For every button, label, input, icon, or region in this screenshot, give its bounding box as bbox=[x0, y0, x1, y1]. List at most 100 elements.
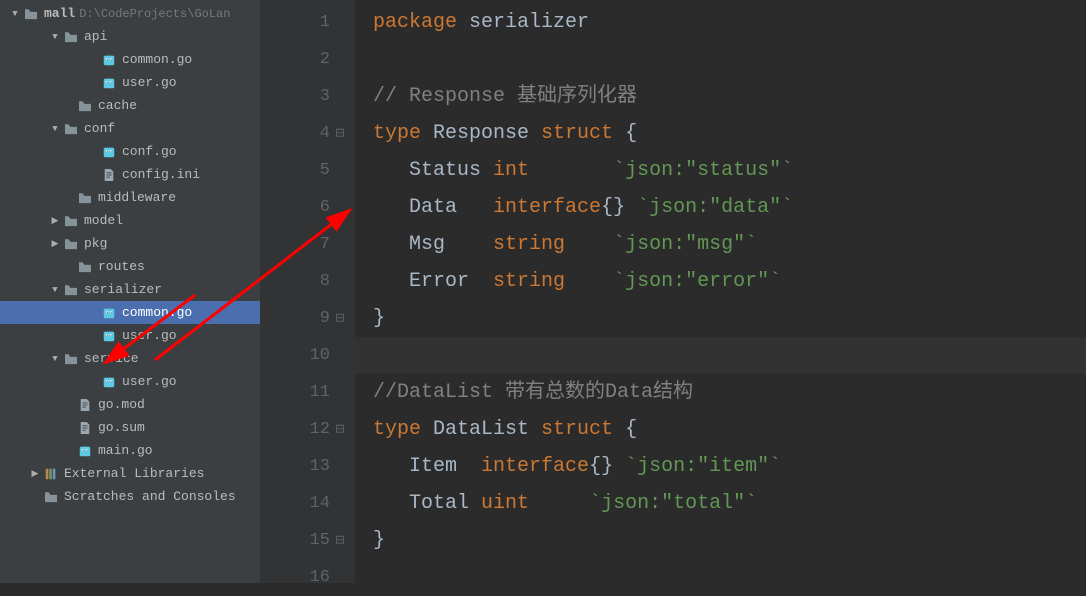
tree-item-label: pkg bbox=[84, 236, 107, 251]
code-line[interactable]: } bbox=[373, 300, 1086, 337]
tree-item-main-go[interactable]: main.go bbox=[0, 439, 260, 462]
code-line[interactable]: Total uint `json:"total"` bbox=[373, 485, 1086, 522]
token-plain bbox=[565, 233, 613, 256]
code-content[interactable]: package serializer// Response 基础序列化器type… bbox=[355, 0, 1086, 583]
token-punct: } bbox=[373, 529, 385, 552]
line-number: 2 bbox=[260, 41, 330, 78]
code-line[interactable]: package serializer bbox=[373, 4, 1086, 41]
line-number: 7 bbox=[260, 226, 330, 263]
tree-item-pkg[interactable]: ▶ pkg bbox=[0, 232, 260, 255]
line-number: 3 bbox=[260, 78, 330, 115]
fold-close-icon[interactable]: ⊟ bbox=[333, 300, 347, 337]
token-plain: Status bbox=[373, 159, 493, 182]
token-punct: {} bbox=[601, 196, 637, 219]
code-line[interactable] bbox=[373, 559, 1086, 596]
line-number: 5 bbox=[260, 152, 330, 189]
tree-item-label: user.go bbox=[122, 328, 177, 343]
tree-item-api[interactable]: ▼api bbox=[0, 25, 260, 48]
code-line[interactable] bbox=[373, 41, 1086, 78]
token-plain: Msg bbox=[373, 233, 493, 256]
folder-icon bbox=[63, 282, 79, 298]
code-line[interactable]: } bbox=[373, 522, 1086, 559]
line-number: 13 bbox=[260, 448, 330, 485]
folder-icon bbox=[63, 351, 79, 367]
text-icon bbox=[101, 167, 117, 183]
chevron-down-icon[interactable]: ▼ bbox=[50, 124, 60, 134]
tree-item-cache[interactable]: cache bbox=[0, 94, 260, 117]
line-number: 11 bbox=[260, 374, 330, 411]
tree-item-routes[interactable]: routes bbox=[0, 255, 260, 278]
fold-open-icon[interactable]: ⊟ bbox=[333, 411, 347, 448]
code-line[interactable]: // Response 基础序列化器 bbox=[373, 78, 1086, 115]
folder-icon bbox=[23, 6, 39, 22]
go-icon bbox=[101, 75, 117, 91]
code-editor[interactable]: 1234⊟56789⊟101112⊟131415⊟16 package seri… bbox=[260, 0, 1086, 583]
tree-item-config-ini[interactable]: config.ini bbox=[0, 163, 260, 186]
tree-item-user-go[interactable]: user.go bbox=[0, 71, 260, 94]
tree-item-label: go.sum bbox=[98, 420, 145, 435]
chevron-right-icon[interactable]: ▶ bbox=[50, 216, 60, 226]
go-icon bbox=[77, 443, 93, 459]
code-line[interactable]: Msg string `json:"msg"` bbox=[373, 226, 1086, 263]
tree-item-path: D:\CodeProjects\GoLan bbox=[79, 7, 230, 21]
line-number: 8 bbox=[260, 263, 330, 300]
tree-item-label: main.go bbox=[98, 443, 153, 458]
tree-item-conf[interactable]: ▼conf bbox=[0, 117, 260, 140]
token-tag: `json:"msg"` bbox=[613, 233, 757, 256]
tree-item-common-go[interactable]: common.go bbox=[0, 301, 260, 324]
chevron-down-icon[interactable]: ▼ bbox=[50, 285, 60, 295]
code-line[interactable]: Error string `json:"error"` bbox=[373, 263, 1086, 300]
folder-icon bbox=[77, 259, 93, 275]
tree-item-go-mod[interactable]: go.mod bbox=[0, 393, 260, 416]
tree-item-service[interactable]: ▼ service bbox=[0, 347, 260, 370]
tree-item-label: common.go bbox=[122, 305, 192, 320]
token-kw: string bbox=[493, 270, 565, 293]
code-line[interactable]: //DataList 带有总数的Data结构 bbox=[373, 374, 1086, 411]
chevron-down-icon[interactable]: ▼ bbox=[50, 32, 60, 42]
tree-item-serializer[interactable]: ▼serializer bbox=[0, 278, 260, 301]
token-kw: struct bbox=[541, 418, 625, 441]
tree-item-mall[interactable]: ▼mallD:\CodeProjects\GoLan bbox=[0, 2, 260, 25]
tree-item-scratches and consoles[interactable]: Scratches and Consoles bbox=[0, 485, 260, 508]
fold-close-icon[interactable]: ⊟ bbox=[333, 522, 347, 559]
token-tag: `json:"error"` bbox=[613, 270, 781, 293]
chevron-right-icon[interactable]: ▶ bbox=[30, 469, 40, 479]
code-line[interactable]: Status int `json:"status"` bbox=[373, 152, 1086, 189]
chevron-down-icon[interactable]: ▼ bbox=[10, 9, 20, 19]
token-kw: type bbox=[373, 418, 433, 441]
tree-item-common-go[interactable]: common.go bbox=[0, 48, 260, 71]
project-tree[interactable]: ▼mallD:\CodeProjects\GoLan▼apicommon.gou… bbox=[0, 0, 260, 583]
tree-item-label: model bbox=[84, 213, 123, 228]
tree-item-label: External Libraries bbox=[64, 466, 204, 481]
tree-item-label: service bbox=[84, 351, 139, 366]
folder-icon bbox=[63, 213, 79, 229]
token-kw: struct bbox=[541, 122, 625, 145]
code-line[interactable]: Item interface{} `json:"item"` bbox=[373, 448, 1086, 485]
lib-icon bbox=[43, 466, 59, 482]
token-plain: Data bbox=[373, 196, 493, 219]
tree-item-model[interactable]: ▶ model bbox=[0, 209, 260, 232]
chevron-right-icon[interactable]: ▶ bbox=[50, 239, 60, 249]
token-punct: {} bbox=[589, 455, 625, 478]
line-number: 15⊟ bbox=[260, 522, 330, 559]
code-line[interactable]: type DataList struct { bbox=[373, 411, 1086, 448]
token-tag: `json:"total"` bbox=[589, 492, 757, 515]
token-comment: //DataList 带有总数的Data结构 bbox=[373, 381, 693, 404]
fold-open-icon[interactable]: ⊟ bbox=[333, 115, 347, 152]
chevron-down-icon[interactable]: ▼ bbox=[50, 354, 60, 364]
tree-item-middleware[interactable]: middleware bbox=[0, 186, 260, 209]
code-line[interactable]: type Response struct { bbox=[373, 115, 1086, 152]
line-gutter: 1234⊟56789⊟101112⊟131415⊟16 bbox=[260, 0, 355, 583]
tree-item-external libraries[interactable]: ▶ External Libraries bbox=[0, 462, 260, 485]
tree-item-label: user.go bbox=[122, 75, 177, 90]
code-line[interactable] bbox=[355, 337, 1086, 374]
tree-item-user-go[interactable]: user.go bbox=[0, 370, 260, 393]
tree-item-go-sum[interactable]: go.sum bbox=[0, 416, 260, 439]
line-number: 6 bbox=[260, 189, 330, 226]
tree-item-user-go[interactable]: user.go bbox=[0, 324, 260, 347]
line-number: 1 bbox=[260, 4, 330, 41]
tree-item-conf-go[interactable]: conf.go bbox=[0, 140, 260, 163]
code-line[interactable]: Data interface{} `json:"data"` bbox=[373, 189, 1086, 226]
tree-item-label: config.ini bbox=[122, 167, 200, 182]
line-number: 9⊟ bbox=[260, 300, 330, 337]
